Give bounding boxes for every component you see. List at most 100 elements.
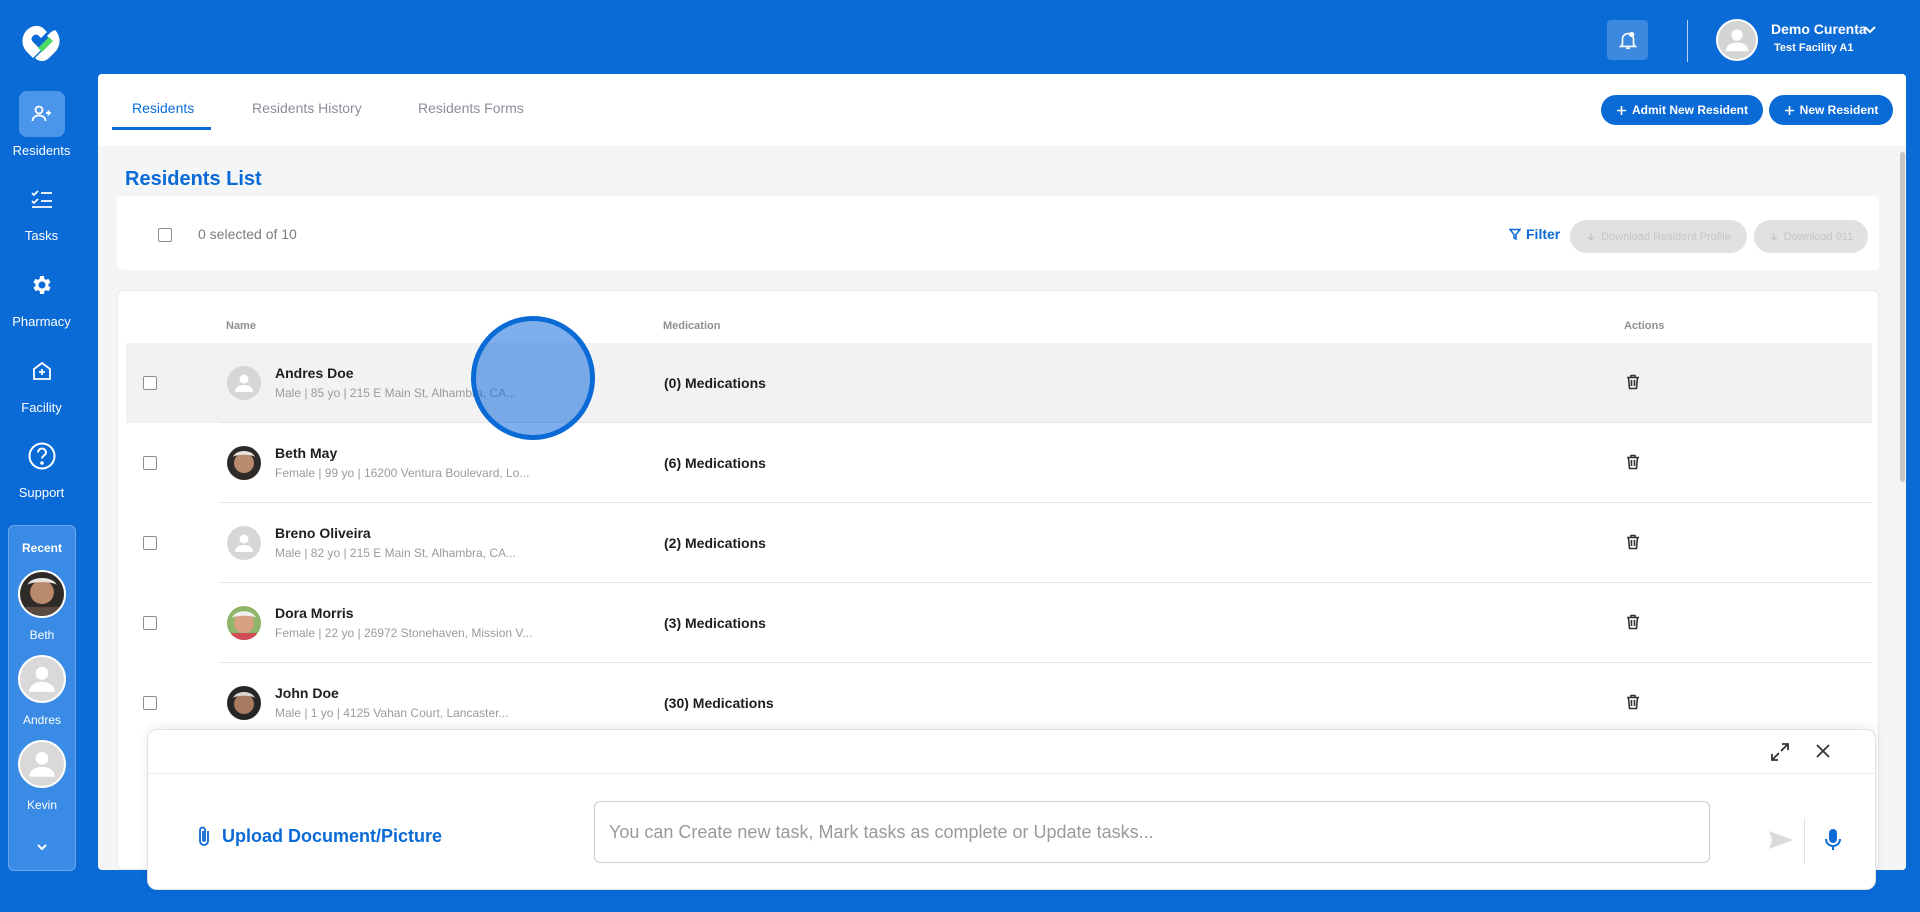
app-logo[interactable] xyxy=(19,24,63,64)
page-title: Residents List xyxy=(125,168,262,190)
bell-icon xyxy=(1618,31,1637,50)
avatar xyxy=(227,686,261,720)
column-header-medication: Medication xyxy=(663,320,721,332)
user-menu-toggle[interactable] xyxy=(1863,23,1877,41)
upload-document-label: Upload Document/Picture xyxy=(222,825,443,846)
medications-count[interactable]: (30) Medications xyxy=(664,695,774,711)
expand-icon xyxy=(1771,743,1789,761)
download-resident-profile-button[interactable]: Download Resident Profile xyxy=(1570,220,1747,253)
user-name[interactable]: Demo Curenta xyxy=(1771,21,1867,37)
recent-item-label: Beth xyxy=(29,628,55,642)
trash-icon xyxy=(1627,534,1639,550)
medications-count[interactable]: (6) Medications xyxy=(664,455,766,471)
sidebar-item-support[interactable]: Support xyxy=(0,433,83,500)
assistant-input[interactable] xyxy=(594,801,1710,863)
admit-new-resident-button[interactable]: Admit New Resident xyxy=(1601,95,1763,125)
trash-icon xyxy=(1627,374,1639,390)
facility-icon xyxy=(19,348,65,394)
touch-indicator xyxy=(471,316,595,440)
recent-item-andres[interactable]: Andres xyxy=(9,655,75,727)
resident-details: Male | 1 yo | 4125 Vahan Court, Lancaste… xyxy=(275,706,509,720)
recent-expand-button[interactable] xyxy=(9,842,75,852)
medications-count[interactable]: (2) Medications xyxy=(664,535,766,551)
table-row[interactable]: Dora Morris Female | 22 yo | 26972 Stone… xyxy=(126,583,1872,663)
gear-icon xyxy=(19,262,65,308)
paperclip-icon xyxy=(199,826,209,846)
upload-document-button[interactable]: Upload Document/Picture xyxy=(196,825,442,847)
recent-item-beth[interactable]: Beth xyxy=(9,570,75,642)
delete-button[interactable] xyxy=(1626,374,1640,395)
send-icon xyxy=(1769,831,1793,849)
scrollbar-thumb[interactable] xyxy=(1900,152,1905,482)
table-row[interactable]: Andres Doe Male | 85 yo | 215 E Main St,… xyxy=(126,343,1872,423)
new-resident-button[interactable]: New Resident xyxy=(1769,95,1893,125)
assistant-dialog-header xyxy=(148,730,1875,774)
close-button[interactable] xyxy=(1814,742,1832,765)
user-avatar[interactable] xyxy=(1716,19,1758,61)
selection-count: 0 selected of 10 xyxy=(198,226,297,242)
row-checkbox[interactable] xyxy=(143,616,157,630)
resident-name[interactable]: Dora Morris xyxy=(275,605,354,621)
trash-icon xyxy=(1627,614,1639,630)
sidebar-item-pharmacy[interactable]: Pharmacy xyxy=(0,262,83,329)
plus-icon xyxy=(1784,105,1794,115)
active-tab-indicator xyxy=(112,127,211,130)
avatar xyxy=(18,655,66,703)
filter-button[interactable]: Filter xyxy=(1509,226,1560,242)
recent-item-label: Andres xyxy=(22,713,62,727)
recent-residents-panel: Recent Beth Andres Kevin xyxy=(8,525,76,871)
download-911-button[interactable]: Download 911 xyxy=(1754,220,1868,253)
delete-button[interactable] xyxy=(1626,694,1640,715)
sidebar-item-label: Facility xyxy=(21,400,62,415)
tab-residents-forms[interactable]: Residents Forms xyxy=(418,100,524,116)
expand-button[interactable] xyxy=(1770,742,1790,767)
assistant-dialog: Upload Document/Picture xyxy=(147,729,1876,890)
select-all-checkbox[interactable] xyxy=(158,228,172,242)
avatar xyxy=(18,740,66,788)
sidebar-item-residents[interactable]: Residents xyxy=(0,91,83,158)
microphone-icon xyxy=(1825,829,1841,850)
admit-new-resident-label: Admit New Resident xyxy=(1631,103,1748,117)
sidebar-item-facility[interactable]: Facility xyxy=(0,348,83,415)
tasks-icon xyxy=(19,176,65,222)
trash-icon xyxy=(1627,454,1639,470)
chevron-down-icon xyxy=(37,844,47,851)
filter-label: Filter xyxy=(1526,226,1561,242)
column-header-name: Name xyxy=(226,320,256,332)
sidebar-item-label: Residents xyxy=(12,143,71,158)
facility-name: Test Facility A1 xyxy=(1774,42,1854,54)
close-icon xyxy=(1816,744,1830,758)
sidebar-item-tasks[interactable]: Tasks xyxy=(0,176,83,243)
resident-name[interactable]: Andres Doe xyxy=(275,365,354,381)
row-checkbox[interactable] xyxy=(143,376,157,390)
sidebar-item-label: Tasks xyxy=(24,228,59,243)
row-checkbox[interactable] xyxy=(143,536,157,550)
resident-details: Male | 82 yo | 215 E Main St, Alhambra, … xyxy=(275,546,517,560)
delete-button[interactable] xyxy=(1626,454,1640,475)
medications-count[interactable]: (3) Medications xyxy=(664,615,766,631)
delete-button[interactable] xyxy=(1626,534,1640,555)
table-row[interactable]: Beth May Female | 99 yo | 16200 Ventura … xyxy=(126,423,1872,503)
sidebar-item-label: Support xyxy=(18,485,65,500)
sidebar-item-label: Pharmacy xyxy=(12,314,71,329)
delete-button[interactable] xyxy=(1626,614,1640,635)
column-header-actions: Actions xyxy=(1624,320,1665,332)
row-checkbox[interactable] xyxy=(143,456,157,470)
table-row[interactable]: Breno Oliveira Male | 82 yo | 215 E Main… xyxy=(126,503,1872,583)
resident-name[interactable]: John Doe xyxy=(275,685,339,701)
resident-name[interactable]: Breno Oliveira xyxy=(275,525,371,541)
row-checkbox[interactable] xyxy=(143,696,157,710)
avatar xyxy=(227,526,261,560)
tab-residents[interactable]: Residents xyxy=(132,100,194,116)
microphone-button[interactable] xyxy=(1824,828,1842,857)
resident-name[interactable]: Beth May xyxy=(275,445,337,461)
recent-title: Recent xyxy=(21,541,62,555)
recent-item-kevin[interactable]: Kevin xyxy=(9,740,75,812)
tab-residents-history[interactable]: Residents History xyxy=(252,100,362,116)
avatar xyxy=(18,570,66,618)
chevron-down-icon xyxy=(1864,26,1876,34)
send-button[interactable] xyxy=(1768,830,1794,855)
notifications-button[interactable] xyxy=(1607,20,1648,60)
header-divider xyxy=(1687,20,1688,62)
medications-count[interactable]: (0) Medications xyxy=(664,375,766,391)
